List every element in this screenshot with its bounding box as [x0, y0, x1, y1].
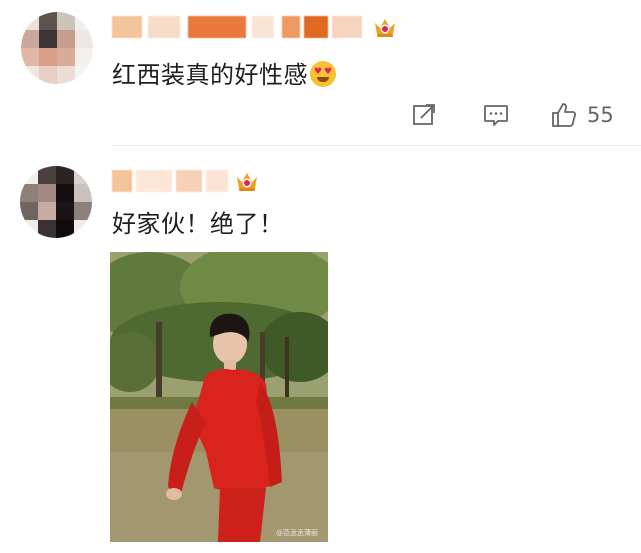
- username-blurred[interactable]: [112, 14, 402, 40]
- comment-photo-illustration: [110, 252, 328, 542]
- comment-icon[interactable]: [483, 102, 509, 128]
- username-blurred[interactable]: [112, 168, 272, 194]
- crown-badge-icon: [375, 19, 395, 37]
- image-watermark: @范丞丞薄丽: [276, 529, 318, 537]
- like-count: 55: [587, 103, 614, 127]
- comment-actions: 55: [411, 100, 621, 130]
- comment-item: 好家伙！绝了！ @范丞丞薄丽: [0, 146, 641, 553]
- comment-text: 好家伙！绝了！: [112, 210, 284, 238]
- comment-item: 红西装真的好性感 ♥ ♥ 55: [0, 0, 641, 146]
- comment-image[interactable]: @范丞丞薄丽: [110, 252, 328, 542]
- heart-eyes-emoji-icon: ♥ ♥: [310, 61, 336, 87]
- comment-text: 红西装真的好性感 ♥ ♥: [112, 55, 336, 90]
- avatar[interactable]: [20, 166, 92, 238]
- thumbs-up-icon[interactable]: [551, 102, 577, 128]
- avatar[interactable]: [21, 12, 93, 84]
- crown-badge-icon: [237, 173, 257, 191]
- share-icon[interactable]: [411, 102, 437, 128]
